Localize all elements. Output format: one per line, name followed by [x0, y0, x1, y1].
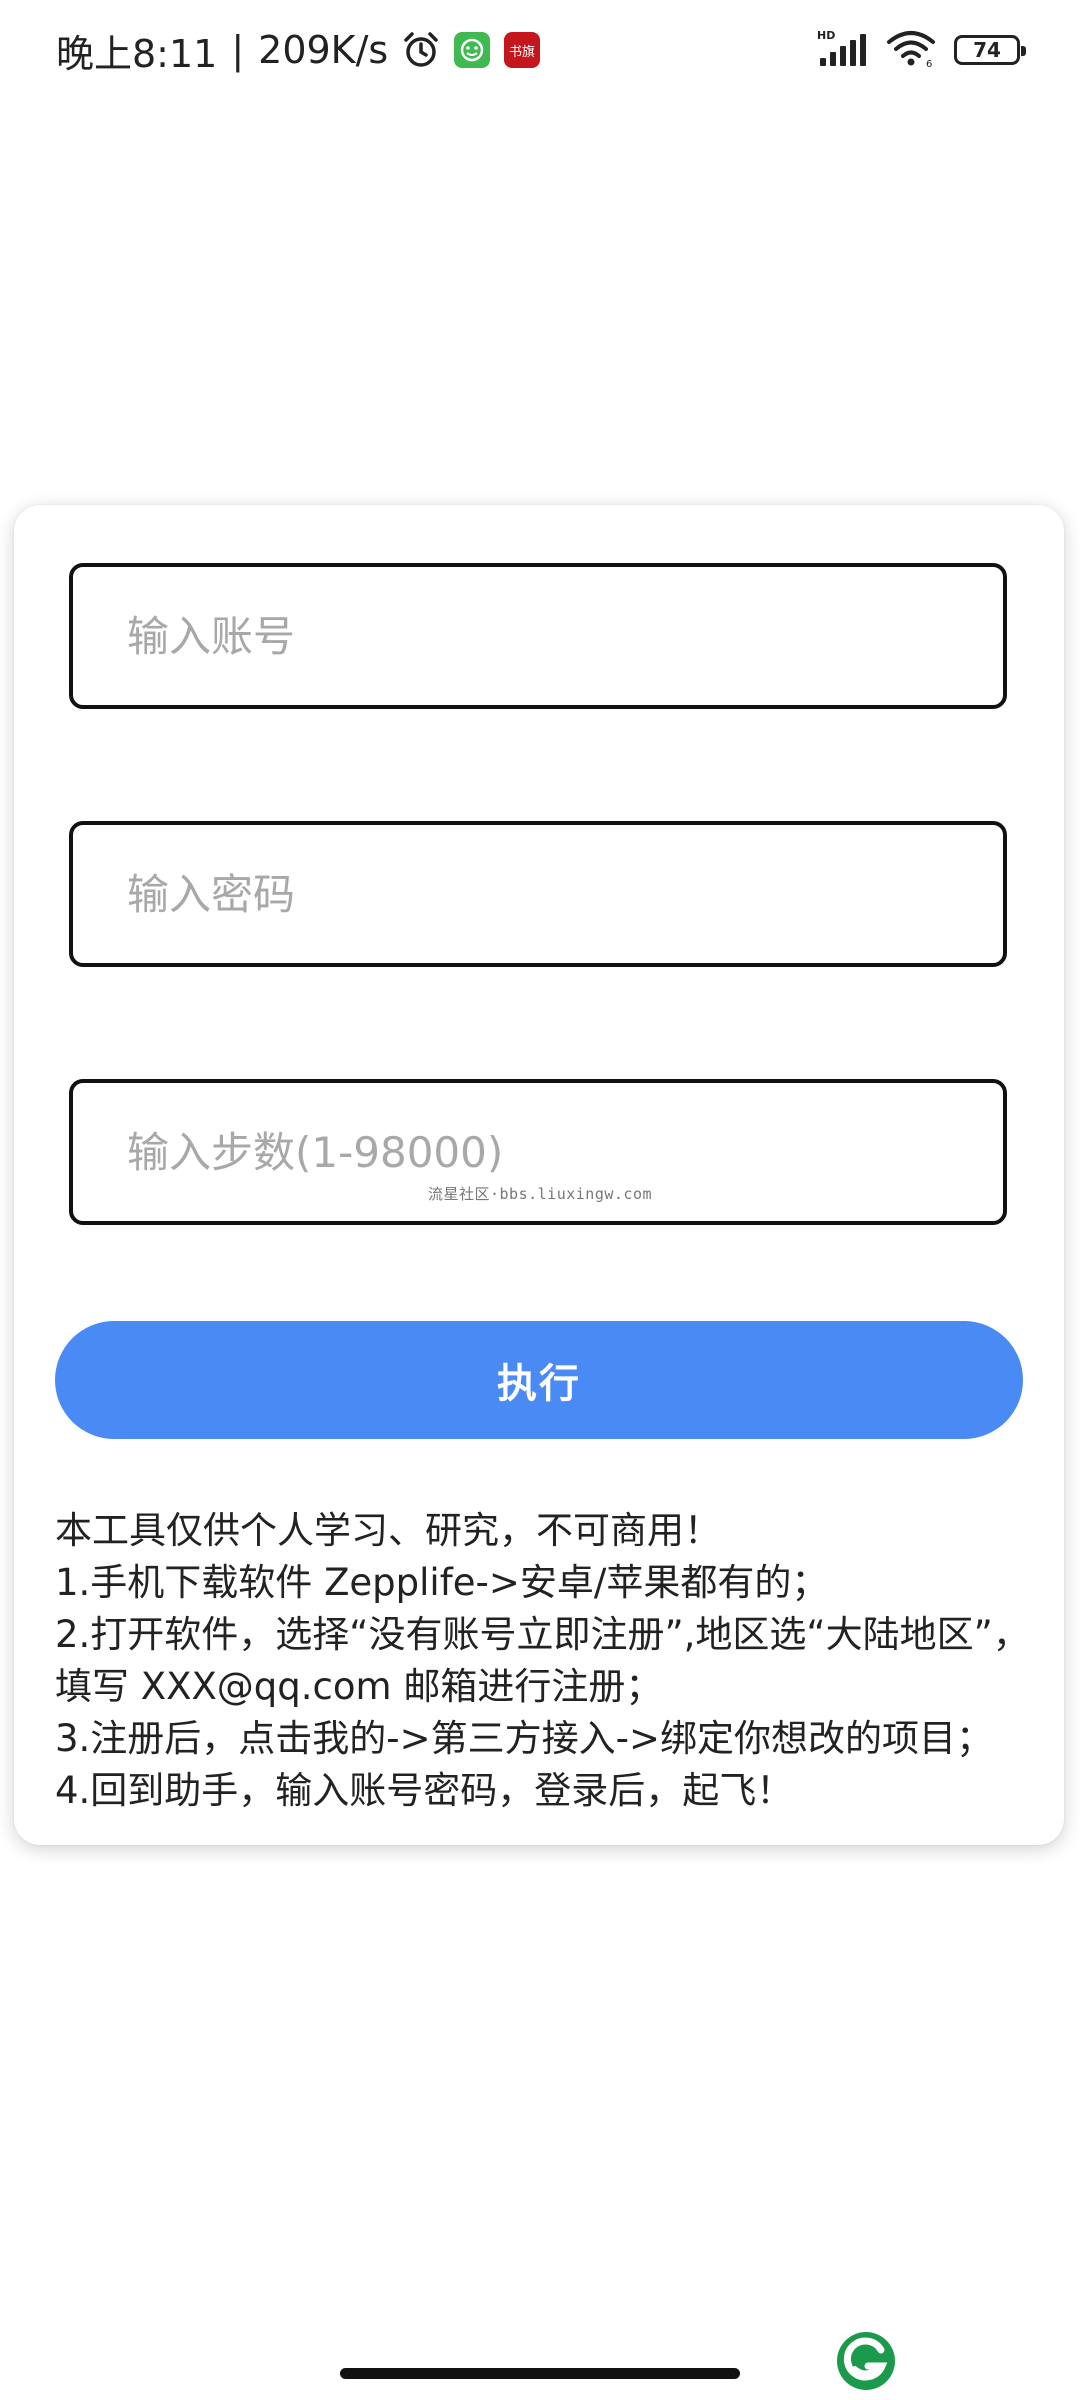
battery-icon: 74: [954, 35, 1026, 65]
instruction-line: 1.手机下载软件 Zepplife->安卓/苹果都有的；: [55, 1561, 829, 1604]
instructions-text: 本工具仅供个人学习、研究，不可商用！ 1.手机下载软件 Zepplife->安卓…: [55, 1505, 1035, 1817]
instruction-line: 2.打开软件，选择“没有账号立即注册”,地区选“大陆地区”，填写 XXX@qq.…: [55, 1613, 1030, 1708]
account-input[interactable]: [73, 567, 1003, 705]
form-card: 执行 本工具仅供个人学习、研究，不可商用！ 1.手机下载软件 Zepplife-…: [14, 505, 1064, 1845]
wifi-icon: 6: [886, 28, 936, 72]
instruction-line: 本工具仅供个人学习、研究，不可商用！: [55, 1509, 721, 1552]
red-app-label: 书旗: [509, 44, 535, 60]
instruction-line: 4.回到助手，输入账号密码，登录后，起飞！: [55, 1769, 794, 1812]
alarm-clock-icon: [402, 31, 440, 69]
account-field[interactable]: [69, 563, 1007, 709]
execute-button[interactable]: 执行: [55, 1321, 1023, 1439]
svg-text:6: 6: [926, 59, 932, 68]
status-left: 晚上8:11 | 209K/s 书旗: [56, 22, 541, 78]
floating-g-logo-icon[interactable]: [835, 2330, 897, 2392]
password-input[interactable]: [73, 825, 1003, 963]
home-indicator[interactable]: [340, 2368, 740, 2379]
clock: 晚上8:11: [56, 31, 218, 76]
status-bar: 晚上8:11 | 209K/s 书旗 HD 6 74: [0, 0, 1080, 100]
instruction-line: 3.注册后，点击我的->第三方接入->绑定你想改的项目；: [55, 1717, 994, 1760]
network-speed: 209K/s: [258, 28, 389, 72]
battery-level: 74: [973, 38, 1001, 62]
network-type-label: HD: [817, 29, 835, 42]
red-app-icon: 书旗: [504, 32, 541, 68]
watermark: 流星社区·bbs.liuxingw.com: [427, 1185, 653, 1203]
cell-signal-icon: HD: [816, 28, 868, 72]
status-right: HD 6 74: [816, 28, 1026, 72]
status-separator: |: [231, 28, 245, 72]
password-field[interactable]: [69, 821, 1007, 967]
green-app-icon: [454, 32, 491, 68]
